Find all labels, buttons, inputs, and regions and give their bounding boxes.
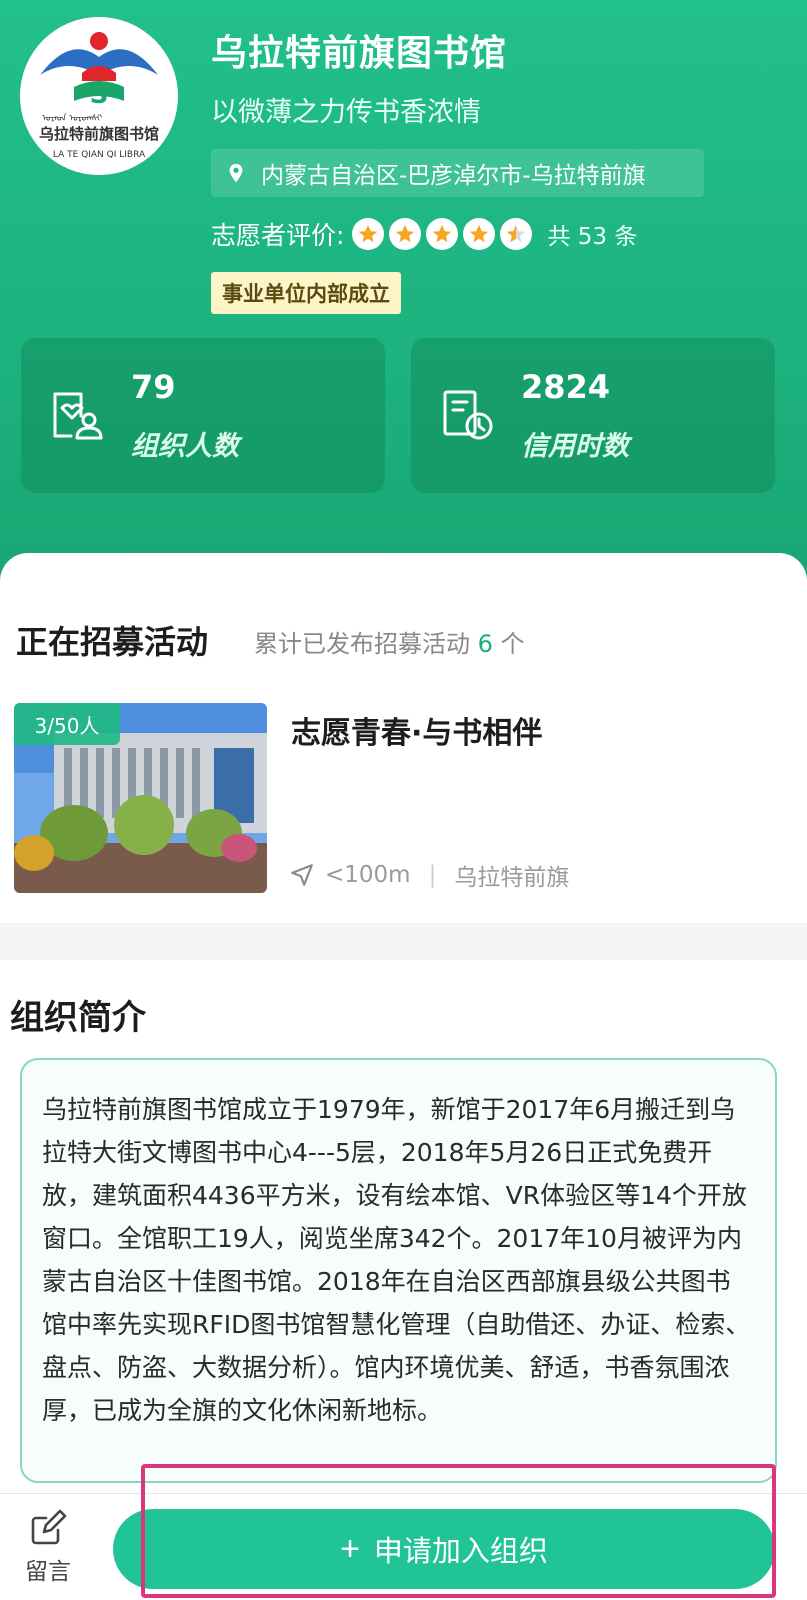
rating-count: 共 53 条 xyxy=(547,224,638,250)
summary-prefix: 累计已发布招募活动 xyxy=(254,630,470,658)
join-button-label: 申请加入组织 xyxy=(373,1536,548,1568)
logo-en-text: LA TE QIAN QI LIBRA xyxy=(53,150,146,160)
rating-stars xyxy=(352,218,537,250)
intro-text-box: 乌拉特前旗图书馆成立于1979年，新馆于2017年6月搬迁到乌拉特大街文博图书中… xyxy=(20,1058,777,1483)
activity-distance: <100m xyxy=(325,862,411,888)
rating-label: 志愿者评价: xyxy=(211,221,345,250)
star-icon xyxy=(389,218,422,250)
star-icon xyxy=(352,218,385,250)
stat-label: 信用时数 xyxy=(521,431,629,462)
plus-icon: + xyxy=(340,1529,360,1568)
recruiting-summary: 累计已发布招募活动 6 个 xyxy=(254,624,525,659)
join-organization-button[interactable]: + 申请加入组织 xyxy=(113,1509,775,1589)
stat-card-credit-hours[interactable]: 2824 信用时数 xyxy=(411,338,775,493)
recruiting-title: 正在招募活动 xyxy=(16,623,209,661)
clock-document-icon xyxy=(439,386,497,444)
intro-title: 组织简介 xyxy=(10,998,146,1038)
navigation-arrow-icon xyxy=(289,862,315,888)
logo-cn-text: 乌拉特前旗图书馆 xyxy=(39,125,159,143)
org-slogan: 以微薄之力传书香浓情 xyxy=(211,97,481,128)
org-location[interactable]: 内蒙古自治区-巴彦淖尔市-乌拉特前旗 xyxy=(211,149,704,197)
summary-count: 6 xyxy=(477,630,493,658)
org-name: 乌拉特前旗图书馆 xyxy=(211,33,508,74)
activity-meta: <100m | 乌拉特前旗 xyxy=(289,858,569,892)
location-text: 内蒙古自治区-巴彦淖尔市-乌拉特前旗 xyxy=(261,163,646,189)
location-pin-icon xyxy=(225,162,247,184)
stat-card-members[interactable]: 79 组织人数 xyxy=(21,338,385,493)
stat-value: 2824 xyxy=(521,368,611,406)
org-logo: S ᠤᠷᠠᠳ ᠤᠷᠤᠭᠰᠢ 乌拉特前旗图书馆 LA TE QIAN QI LIB… xyxy=(20,17,178,175)
message-label: 留言 xyxy=(25,1559,71,1585)
message-button[interactable]: 留言 xyxy=(18,1508,78,1586)
stat-label: 组织人数 xyxy=(131,431,239,462)
meta-separator: | xyxy=(428,862,437,888)
svg-text:ᠤᠷᠠᠳ ᠤᠷᠤᠭᠰᠢ: ᠤᠷᠠᠳ ᠤᠷᠤᠭᠰᠢ xyxy=(42,114,103,124)
svg-text:S: S xyxy=(90,80,109,110)
activity-quota-badge: 3/50人 xyxy=(14,703,120,745)
intro-text: 乌拉特前旗图书馆成立于1979年，新馆于2017年6月搬迁到乌拉特大街文博图书中… xyxy=(42,1095,751,1425)
summary-suffix: 个 xyxy=(500,630,525,658)
star-icon xyxy=(426,218,459,250)
half-star-icon xyxy=(500,218,533,250)
star-icon xyxy=(463,218,496,250)
org-type-tag: 事业单位内部成立 xyxy=(211,272,401,314)
people-icon xyxy=(49,386,107,444)
volunteer-rating[interactable]: 志愿者评价: 共 53 条 xyxy=(211,216,637,252)
stat-value: 79 xyxy=(131,368,176,406)
activity-area: 乌拉特前旗 xyxy=(454,865,570,891)
edit-note-icon xyxy=(31,1509,67,1545)
activity-title[interactable]: 志愿青春·与书相伴 xyxy=(291,708,542,752)
